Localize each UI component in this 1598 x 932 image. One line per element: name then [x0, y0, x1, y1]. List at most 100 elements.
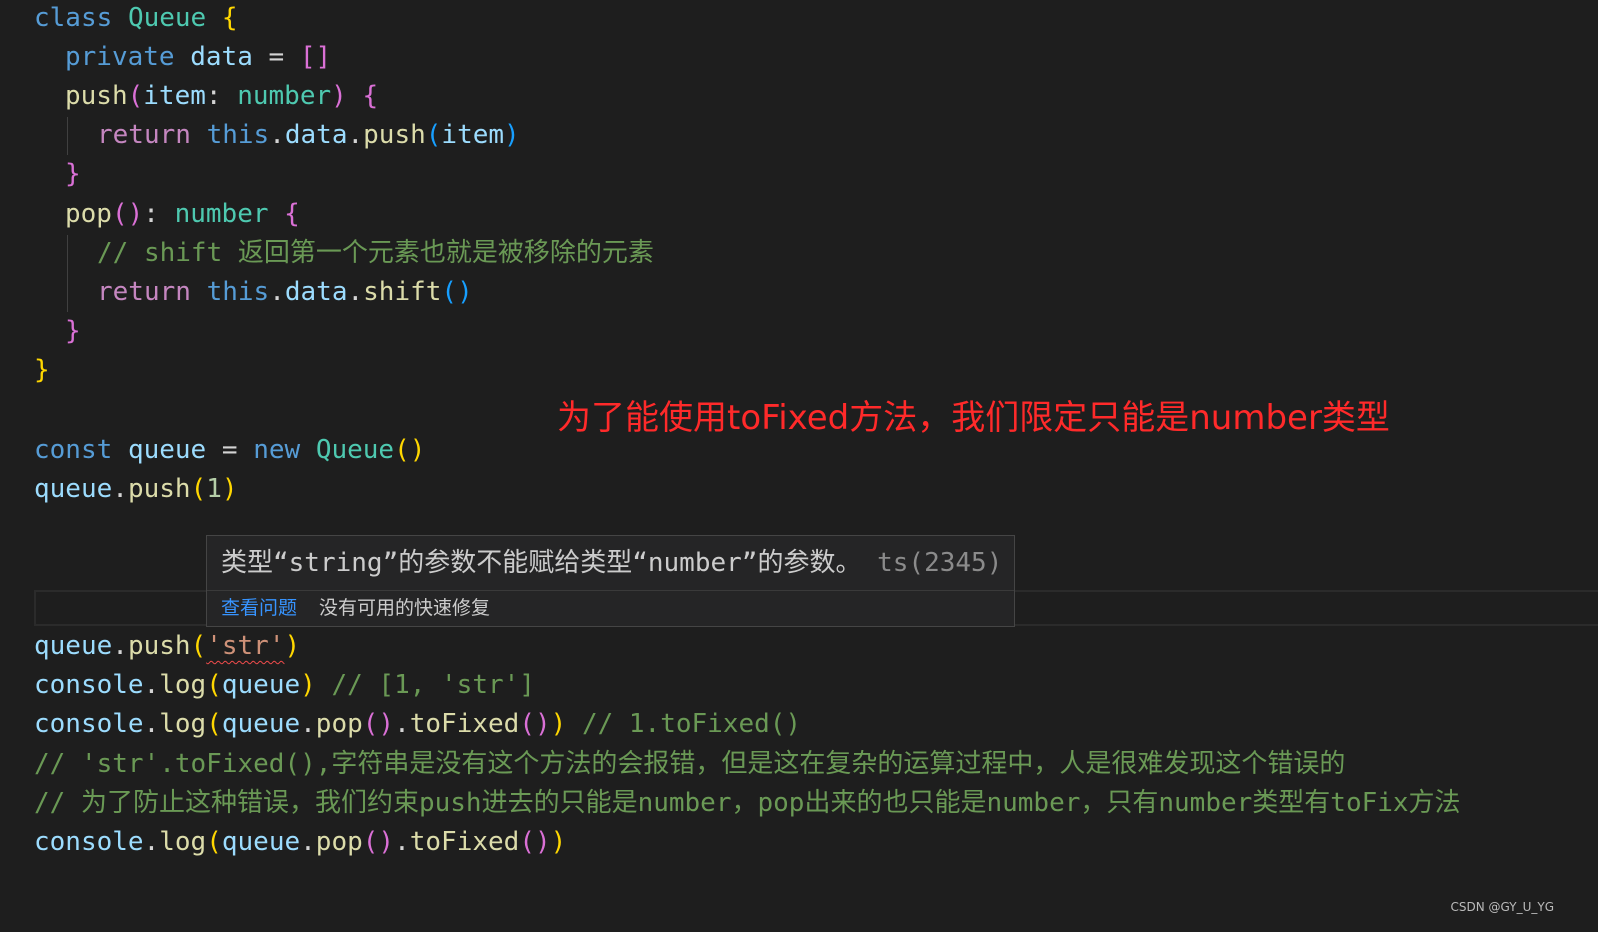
argument: queue [221, 670, 301, 700]
variable: console [34, 827, 144, 857]
keyword: const [34, 435, 113, 465]
code-line-12: queue.push(1) [34, 469, 238, 509]
argument: item [441, 120, 505, 150]
paren: ) [221, 474, 238, 504]
paren: ) [284, 631, 301, 661]
method-name: push [127, 631, 191, 661]
punctuation: . [269, 277, 285, 307]
code-line-17: // 为了防止这种错误，我们约束push进去的只能是number，pop出来的也… [34, 783, 1461, 823]
punctuation: : [143, 199, 159, 229]
error-code: ts(2345) [877, 548, 1003, 578]
error-message: 类型“string”的参数不能赋给类型“number”的参数。 [221, 548, 862, 578]
parameter: item [143, 81, 206, 111]
code-editor[interactable]: class Queue { private data = [] push(ite… [0, 0, 1598, 932]
keyword: return [97, 120, 191, 150]
property: data [190, 42, 253, 72]
paren: ( [127, 81, 144, 111]
paren: ( [206, 670, 222, 700]
punctuation: . [347, 120, 364, 150]
punctuation: . [347, 277, 364, 307]
class-name: Queue [315, 435, 395, 465]
hover-divider [207, 590, 1014, 591]
code-line-8: return this.data.shift() [97, 272, 473, 312]
paren: ( [425, 120, 442, 150]
method-name: pop [315, 827, 363, 857]
operator: = [221, 435, 238, 465]
punctuation: . [112, 474, 128, 504]
method-name: toFixed [409, 709, 520, 739]
operator: = [268, 42, 285, 72]
hover-actions: 查看问题 没有可用的快速修复 [221, 593, 490, 623]
no-quick-fix-text: 没有可用的快速修复 [319, 597, 491, 619]
annotation-note: 为了能使用toFixed方法，我们限定只能是number类型 [557, 398, 1390, 438]
indent-guide [67, 117, 68, 155]
paren: ) [550, 709, 567, 739]
code-line-13: queue.push('str') [34, 626, 300, 666]
view-problem-link[interactable]: 查看问题 [221, 597, 297, 619]
variable: queue [34, 631, 113, 661]
code-line-4: return this.data.push(item) [97, 115, 520, 155]
code-line-11: const queue = new Queue() [34, 430, 425, 470]
paren: () [519, 709, 551, 739]
code-line-2: private data = [] [65, 37, 331, 77]
paren: () [441, 277, 473, 307]
code-line-6: pop(): number { [65, 194, 300, 234]
paren: ) [504, 120, 520, 150]
keyword: new [253, 435, 301, 465]
punctuation: . [300, 827, 316, 857]
paren: () [394, 435, 426, 465]
method-name: pop [65, 199, 112, 229]
punctuation: . [143, 670, 160, 700]
variable: queue [127, 435, 207, 465]
bracket: [] [299, 42, 332, 72]
property: data [284, 277, 348, 307]
code-line-1: class Queue { [34, 0, 238, 38]
brace: { [284, 199, 300, 229]
keyword: private [65, 42, 175, 72]
property: data [284, 120, 348, 150]
brace: } [65, 316, 81, 346]
type-name: number [174, 199, 269, 229]
method-name: toFixed [409, 827, 520, 857]
code-line-14: console.log(queue) // [1, 'str'] [34, 665, 535, 705]
string-literal-error[interactable]: 'str' [206, 631, 284, 661]
paren: ( [190, 474, 207, 504]
punctuation: . [300, 709, 316, 739]
keyword-this: this [206, 120, 270, 150]
comment: // 'str'.toFixed(),字符串是没有这个方法的会报错，但是这在复杂… [34, 749, 1346, 779]
watermark: CSDN @GY_U_YG [1450, 900, 1554, 914]
comment: // 1.toFixed() [581, 709, 802, 739]
code-line-18: console.log(queue.pop().toFixed()) [34, 822, 566, 862]
number-literal: 1 [206, 474, 222, 504]
punctuation: . [269, 120, 285, 150]
method-name: log [159, 827, 207, 857]
punctuation: . [143, 827, 160, 857]
comment: // 为了防止这种错误，我们约束push进去的只能是number，pop出来的也… [34, 788, 1461, 818]
variable: queue [34, 474, 113, 504]
paren: ) [550, 827, 567, 857]
keyword: class [34, 3, 113, 33]
brace: } [65, 159, 81, 189]
keyword-this: this [206, 277, 270, 307]
type-name: number [237, 81, 332, 111]
variable: console [34, 709, 144, 739]
code-line-10: } [34, 350, 50, 390]
argument: queue [221, 709, 301, 739]
punctuation: . [143, 709, 160, 739]
paren: () [519, 827, 551, 857]
paren: ( [206, 827, 222, 857]
code-line-15: console.log(queue.pop().toFixed()) // 1.… [34, 704, 801, 744]
paren: () [111, 199, 144, 229]
keyword: return [97, 277, 191, 307]
variable: console [34, 670, 144, 700]
code-line-9: } [65, 311, 81, 351]
code-line-7: // shift 返回第一个元素也就是被移除的元素 [97, 233, 654, 273]
comment: // [1, 'str'] [331, 670, 535, 700]
method-name: shift [363, 277, 442, 307]
paren: ( [206, 709, 222, 739]
class-name: Queue [127, 3, 207, 33]
method-name: log [159, 709, 207, 739]
method-name: pop [315, 709, 363, 739]
comment: // shift 返回第一个元素也就是被移除的元素 [97, 238, 654, 268]
argument: queue [221, 827, 301, 857]
